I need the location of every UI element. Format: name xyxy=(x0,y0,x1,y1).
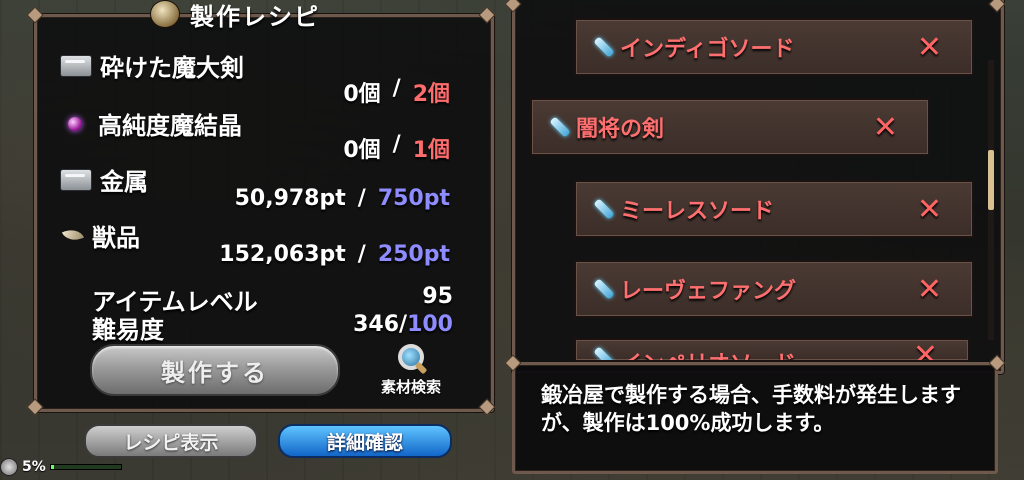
panel-title-text: 製作レシピ xyxy=(190,2,320,31)
crafting-scroll-icon xyxy=(150,0,180,28)
difficulty-label: 難易度 xyxy=(92,316,164,344)
show-recipe-button[interactable]: レシピ表示 xyxy=(84,424,258,458)
sword-icon xyxy=(594,278,614,300)
magnifier-icon xyxy=(396,342,426,372)
material-name: 獣品 xyxy=(92,224,140,252)
material-have: 50,978pt xyxy=(234,186,346,211)
material-item: 高純度魔結晶 xyxy=(60,106,242,141)
scrollbar-thumb[interactable] xyxy=(988,150,994,210)
info-message-box: 鍛冶屋で製作する場合、手数料が発生しますが、製作は100%成功します。 xyxy=(512,362,998,474)
material-need: 250pt xyxy=(377,242,450,267)
material-amount: 0個 / 2個 xyxy=(343,76,450,108)
material-item: 金属 xyxy=(60,162,148,197)
recipe-list-item[interactable]: インディゴソード ✕ xyxy=(574,18,974,76)
panel-title: 製作レシピ xyxy=(150,0,320,31)
remove-icon[interactable]: ✕ xyxy=(917,30,942,65)
sword-icon xyxy=(594,36,614,58)
sword-icon xyxy=(550,116,570,138)
recipe-list-item-selected[interactable]: 闇将の剣 ✕ xyxy=(530,98,930,156)
material-search-button[interactable]: 素材検索 xyxy=(372,342,450,397)
material-need: 2個 xyxy=(412,82,450,107)
material-amount: 0個 / 1個 xyxy=(343,132,450,164)
difficulty-current: 346/ xyxy=(353,312,408,337)
status-indicator: 5% xyxy=(0,458,122,476)
material-separator: / xyxy=(357,242,366,267)
ingot-icon xyxy=(60,168,92,191)
recipe-list-item[interactable]: インペリオソード ✕ xyxy=(574,338,970,362)
material-item: 獣品 xyxy=(60,218,140,253)
info-message-text: 鍛冶屋で製作する場合、手数料が発生しますが、製作は100%成功します。 xyxy=(541,383,961,435)
status-progress-fill xyxy=(50,465,55,469)
remove-icon[interactable]: ✕ xyxy=(873,110,898,145)
recipe-name: インディゴソード xyxy=(620,37,795,62)
status-progress-bar xyxy=(49,464,122,470)
item-level-value: 95 xyxy=(422,284,453,309)
material-name: 金属 xyxy=(100,168,148,196)
material-amount: 152,063pt / 250pt xyxy=(219,242,450,267)
recipe-name: インペリオソード xyxy=(620,346,796,360)
difficulty-value: 346/100 xyxy=(353,312,453,337)
material-name: 砕けた魔大剣 xyxy=(100,54,244,82)
remove-icon[interactable]: ✕ xyxy=(917,192,942,227)
material-have: 0個 xyxy=(343,138,381,163)
difficulty-max: 100 xyxy=(407,312,453,337)
sword-icon xyxy=(594,198,614,220)
material-need: 750pt xyxy=(377,186,450,211)
recipe-name: レーヴェファング xyxy=(620,279,797,304)
material-have: 0個 xyxy=(343,82,381,107)
recipe-name: 闇将の剣 xyxy=(576,117,665,142)
remove-icon[interactable]: ✕ xyxy=(913,340,938,360)
material-item: 砕けた魔大剣 xyxy=(60,48,244,83)
recipe-list-item[interactable]: ミーレスソード ✕ xyxy=(574,180,974,238)
status-icon xyxy=(0,458,18,476)
orb-icon xyxy=(68,116,82,131)
details-button[interactable]: 詳細確認 xyxy=(278,424,452,458)
material-have: 152,063pt xyxy=(219,242,346,267)
ingot-icon xyxy=(60,54,92,77)
material-separator: / xyxy=(392,76,401,101)
material-need: 1個 xyxy=(412,138,450,163)
recipe-list-item[interactable]: レーヴェファング ✕ xyxy=(574,260,974,318)
recipe-name: ミーレスソード xyxy=(620,199,775,224)
material-separator: / xyxy=(357,186,366,211)
fang-icon xyxy=(60,226,84,246)
sword-icon xyxy=(594,346,614,360)
craft-button[interactable]: 製作する xyxy=(90,344,340,396)
material-search-label: 素材検索 xyxy=(380,378,441,396)
material-separator: / xyxy=(392,132,401,157)
status-percent: 5% xyxy=(22,459,46,475)
material-amount: 50,978pt / 750pt xyxy=(235,186,450,211)
material-name: 高純度魔結晶 xyxy=(98,112,242,140)
remove-icon[interactable]: ✕ xyxy=(917,272,942,307)
